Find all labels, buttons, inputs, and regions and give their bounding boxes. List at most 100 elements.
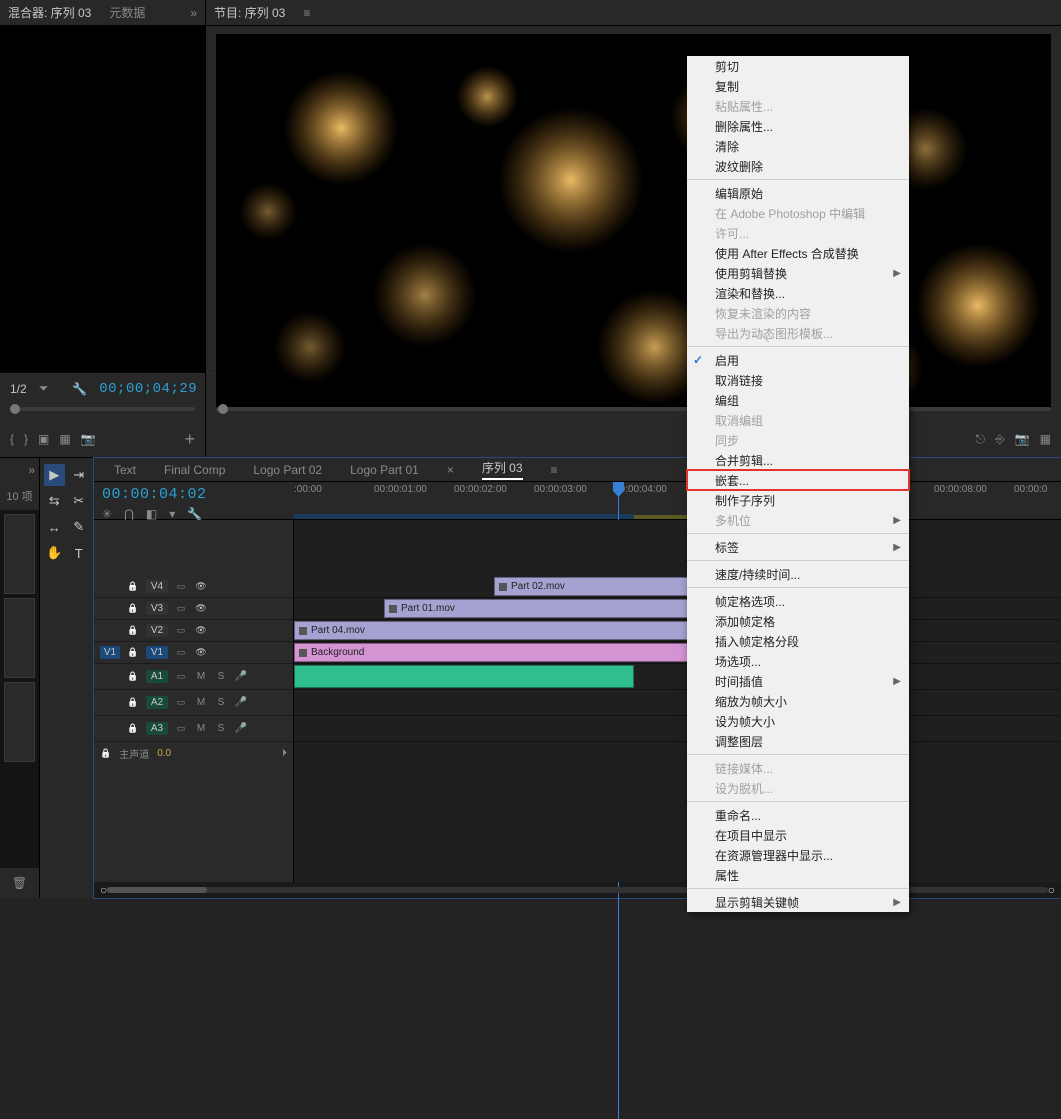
menu-item[interactable]: 嵌套... xyxy=(687,470,909,490)
menu-item[interactable]: 在资源管理器中显示... xyxy=(687,845,909,865)
sequence-tab-final[interactable]: Final Comp xyxy=(164,463,225,477)
menu-item[interactable]: 属性 xyxy=(687,865,909,885)
menu-item[interactable]: 剪切 xyxy=(687,56,909,76)
lane-v2[interactable]: Part 04.mov xyxy=(294,620,1061,642)
track-header-v1[interactable]: V1 V1 xyxy=(94,642,293,664)
lane-v1[interactable]: Background xyxy=(294,642,1061,664)
lock-icon[interactable] xyxy=(126,671,140,682)
tab-audio-mixer[interactable]: 混合器: 序列 03 xyxy=(8,4,91,21)
source-timecode[interactable]: 00;00;04;29 xyxy=(99,381,197,397)
selection-tool[interactable]: ▶ xyxy=(44,464,65,486)
solo-icon[interactable]: S xyxy=(214,671,228,682)
sequence-tab-logo1[interactable]: Logo Part 01 xyxy=(350,463,419,477)
eye-icon[interactable] xyxy=(194,625,208,636)
menu-item[interactable]: 复制 xyxy=(687,76,909,96)
export-frame-icon[interactable]: 📷 xyxy=(81,432,96,446)
marker-icon[interactable]: ◧ xyxy=(146,507,157,521)
compare-icon[interactable]: ▦ xyxy=(1040,432,1051,446)
time-ruler[interactable]: :00:00 00:00:01:00 00:00:02:00 00:00:03:… xyxy=(294,482,1061,519)
menu-item[interactable]: 重命名... xyxy=(687,805,909,825)
voice-icon[interactable]: 🎤 xyxy=(234,671,248,682)
wrench-icon[interactable]: 🔧 xyxy=(187,507,202,521)
mute-icon[interactable]: M xyxy=(194,723,208,734)
timeline-hscroll[interactable]: ○ ○ xyxy=(94,882,1061,898)
menu-item[interactable]: 在项目中显示 xyxy=(687,825,909,845)
add-button[interactable]: + xyxy=(184,429,195,450)
eye-icon[interactable] xyxy=(194,647,208,658)
eye-icon[interactable] xyxy=(194,581,208,592)
menu-item[interactable]: 波纹删除 xyxy=(687,156,909,176)
sync-lock-icon[interactable] xyxy=(174,697,188,708)
snap-icon[interactable]: ✳ xyxy=(102,507,112,521)
trash-icon[interactable]: 🗑 xyxy=(12,876,27,890)
mute-icon[interactable]: M xyxy=(194,671,208,682)
menu-item[interactable]: 调整图层 xyxy=(687,731,909,751)
sync-lock-icon[interactable] xyxy=(174,581,188,592)
master-track[interactable]: 主声道 0.0 ⏵ xyxy=(94,742,293,764)
menu-item[interactable]: 标签▶ xyxy=(687,537,909,557)
track-header-v3[interactable]: V3 xyxy=(94,598,293,620)
hand-tool[interactable]: ✋ xyxy=(44,542,65,564)
clip-part04[interactable]: Part 04.mov xyxy=(294,621,754,640)
lock-icon[interactable] xyxy=(126,581,140,592)
pen-tool[interactable]: ✎ xyxy=(69,516,90,538)
solo-icon[interactable]: S xyxy=(214,697,228,708)
tab-program[interactable]: 节目: 序列 03 xyxy=(214,4,285,21)
lane-v4[interactable]: Part 02.mov xyxy=(294,576,1061,598)
voice-icon[interactable]: 🎤 xyxy=(234,697,248,708)
lift-icon[interactable]: ⎋ xyxy=(976,432,986,447)
menu-item[interactable]: 编组 xyxy=(687,390,909,410)
clip-context-menu[interactable]: 剪切复制粘贴属性...删除属性...清除波纹删除编辑原始在 Adobe Phot… xyxy=(687,56,909,912)
scroll-handle[interactable] xyxy=(107,887,207,893)
project-bin[interactable] xyxy=(0,510,39,868)
menu-item[interactable]: 编辑原始 xyxy=(687,183,909,203)
master-value[interactable]: 0.0 xyxy=(157,748,171,759)
settings-icon[interactable]: ▾ xyxy=(169,507,175,521)
collapse-icon[interactable]: ⏵ xyxy=(282,748,287,759)
slip-tool[interactable]: ↔ xyxy=(44,516,65,538)
ripple-tool[interactable]: ⇆ xyxy=(44,490,65,512)
type-tool[interactable]: T xyxy=(69,542,90,564)
dropdown-icon[interactable]: ⏷ xyxy=(39,381,49,396)
lane-v3[interactable]: Part 01.mov xyxy=(294,598,1061,620)
menu-item[interactable]: ✓启用 xyxy=(687,350,909,370)
menu-item[interactable]: 清除 xyxy=(687,136,909,156)
track-header-v2[interactable]: V2 xyxy=(94,620,293,642)
razor-tool[interactable]: ✂ xyxy=(69,490,90,512)
menu-item[interactable]: 速度/持续时间... xyxy=(687,564,909,584)
lane-a1[interactable] xyxy=(294,664,1061,690)
track-header-a2[interactable]: A2 M S 🎤 xyxy=(94,690,293,716)
marker-out-icon[interactable]: } xyxy=(24,432,28,446)
menu-item[interactable]: 删除属性... xyxy=(687,116,909,136)
lane-a3[interactable] xyxy=(294,716,1061,742)
scroll-end-icon[interactable]: ○ xyxy=(100,883,107,897)
menu-item[interactable]: 渲染和替换... xyxy=(687,283,909,303)
in-out-range[interactable] xyxy=(294,514,634,519)
menu-item[interactable]: 帧定格选项... xyxy=(687,591,909,611)
track-header-a1[interactable]: A1 M S 🎤 xyxy=(94,664,293,690)
track-header-v4[interactable]: V4 xyxy=(94,576,293,598)
menu-item[interactable]: 制作子序列 xyxy=(687,490,909,510)
timeline-timecode[interactable]: 00:00:04:02 xyxy=(102,486,286,503)
sync-lock-icon[interactable] xyxy=(174,671,188,682)
sync-lock-icon[interactable] xyxy=(174,723,188,734)
menu-item[interactable]: 取消链接 xyxy=(687,370,909,390)
panel-menu-icon[interactable]: ≡ xyxy=(551,463,558,477)
tab-metadata[interactable]: 元数据 xyxy=(109,4,145,21)
track-header-a3[interactable]: A3 M S 🎤 xyxy=(94,716,293,742)
eye-icon[interactable] xyxy=(194,603,208,614)
link-icon[interactable]: ⋂ xyxy=(124,507,134,521)
overwrite-icon[interactable]: ▦ xyxy=(59,432,70,446)
solo-icon[interactable]: S xyxy=(214,723,228,734)
extract-icon[interactable]: ⎆ xyxy=(995,432,1005,447)
clip-background[interactable]: Background xyxy=(294,643,754,662)
resolution-select[interactable]: 1/2 xyxy=(10,382,27,396)
expand-icon[interactable]: » xyxy=(190,6,197,20)
bin-item[interactable] xyxy=(4,514,35,594)
scroll-end-icon[interactable]: ○ xyxy=(1048,883,1055,897)
lock-icon[interactable] xyxy=(100,748,111,759)
lock-icon[interactable] xyxy=(126,647,140,658)
lock-icon[interactable] xyxy=(126,697,140,708)
track-select-tool[interactable]: ⇥ xyxy=(69,464,90,486)
track-lanes[interactable]: Part 02.mov Part 01.mov Part 04.mov Back… xyxy=(294,520,1061,882)
